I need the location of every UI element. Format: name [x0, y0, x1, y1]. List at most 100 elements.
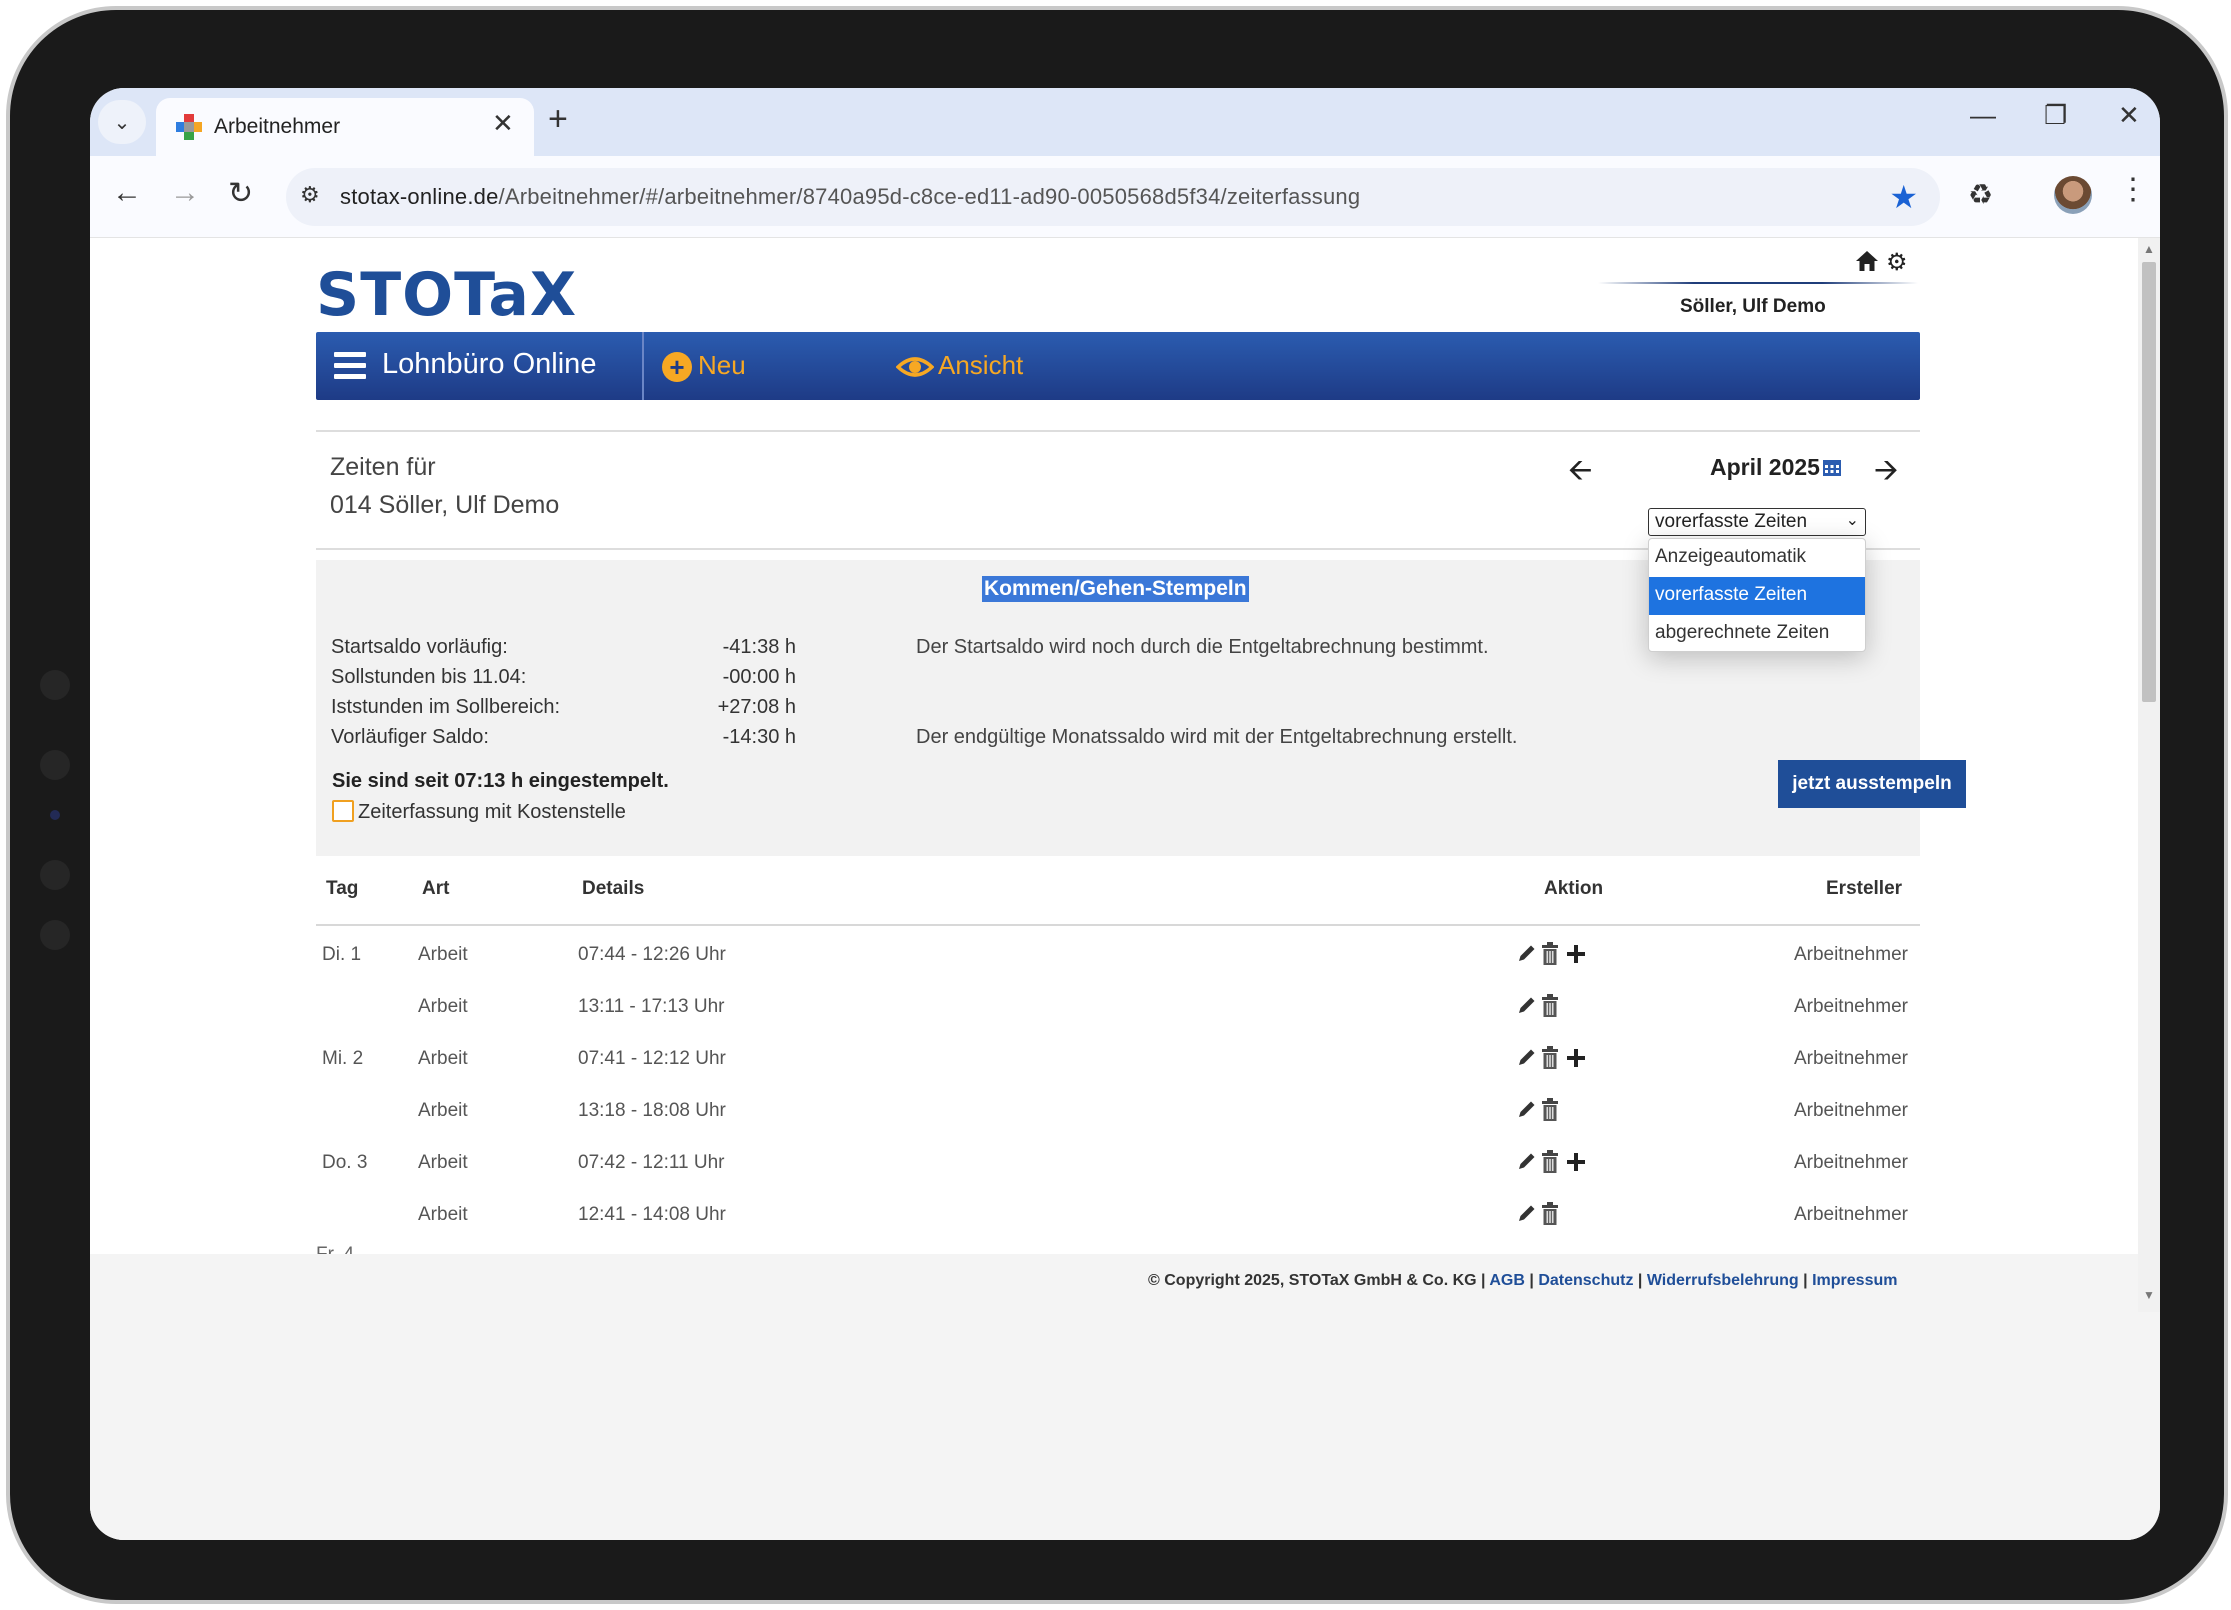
edit-pencil-icon[interactable] — [1516, 1046, 1538, 1068]
user-name[interactable]: Söller, Ulf Demo — [1680, 296, 1826, 318]
delete-trash-icon[interactable] — [1540, 994, 1560, 1018]
kostenstelle-label: Zeiterfassung mit Kostenstelle — [358, 801, 626, 823]
row-art: Arbeit — [418, 1152, 468, 1173]
row-art: Arbeit — [418, 944, 468, 965]
kostenstelle-checkbox[interactable] — [332, 800, 354, 822]
row-ersteller: Arbeitnehmer — [1793, 1048, 1908, 1069]
add-entry-plus-icon[interactable] — [1566, 1048, 1586, 1068]
view-mode-dropdown: Anzeigeautomatik vorerfasste Zeiten abge… — [1648, 538, 1866, 652]
edit-pencil-icon[interactable] — [1516, 1202, 1538, 1224]
delete-trash-icon[interactable] — [1540, 942, 1560, 966]
footer-links: © Copyright 2025, STOTaX GmbH & Co. KG |… — [1148, 1272, 1897, 1290]
nav-ansicht-button[interactable]: Ansicht — [896, 350, 1023, 381]
url-text[interactable]: stotax-online.de/Arbeitnehmer/#/arbeitne… — [340, 184, 1360, 210]
agb-link[interactable]: AGB — [1489, 1272, 1525, 1289]
option-abgerechnete-zeiten[interactable]: abgerechnete Zeiten — [1649, 615, 1865, 653]
stamped-status: Sie sind seit 07:13 h eingestempelt. — [332, 770, 669, 792]
table-row-cutoff: Fr. 4 — [316, 1244, 354, 1254]
scroll-up-icon[interactable]: ▲ — [2143, 242, 2155, 256]
employee-name: 014 Söller, Ulf Demo — [330, 491, 560, 519]
row-art: Arbeit — [418, 996, 468, 1017]
nav-neu-button[interactable]: + Neu — [662, 350, 746, 383]
chevron-down-icon: ⌄ — [1845, 512, 1859, 529]
col-header-ersteller[interactable]: Ersteller — [1826, 878, 1902, 900]
delete-trash-icon[interactable] — [1540, 1150, 1560, 1174]
bookmark-star-icon[interactable]: ★ — [1889, 178, 1918, 216]
startsaldo-note: Der Startsaldo wird noch durch die Entge… — [916, 636, 1489, 658]
kostenstelle-option[interactable]: Zeiterfassung mit Kostenstelle — [332, 800, 626, 824]
scroll-down-icon[interactable]: ▼ — [2143, 1288, 2155, 1302]
tab-search-dropdown-icon[interactable]: ⌄ — [98, 100, 146, 144]
back-icon[interactable]: ← — [112, 176, 142, 210]
sollstunden-label: Sollstunden bis 11.04: — [331, 666, 527, 688]
delete-trash-icon[interactable] — [1540, 1098, 1560, 1122]
previous-month-arrow-icon[interactable]: 🡨 — [1568, 448, 1592, 499]
home-icon[interactable] — [1854, 248, 1880, 274]
ausstempeln-button[interactable]: jetzt ausstempeln — [1778, 760, 1966, 808]
eye-icon — [896, 357, 934, 377]
calendar-icon[interactable] — [1822, 457, 1842, 477]
nav-divider — [642, 332, 644, 400]
edit-pencil-icon[interactable] — [1516, 942, 1538, 964]
profile-avatar[interactable] — [2054, 176, 2092, 214]
browser-menu-icon[interactable]: ⋮ — [2118, 172, 2148, 207]
forward-icon[interactable]: → — [170, 176, 200, 210]
stotax-favicon-icon — [176, 114, 202, 140]
close-window-icon[interactable]: ✕ — [2118, 100, 2140, 131]
table-row: Mi. 2 Arbeit 07:41 - 12:12 Uhr Arbeitnehmer — [316, 1036, 1920, 1088]
settings-gear-icon[interactable]: ⚙ — [1886, 248, 1908, 277]
iststunden-value: +27:08 h — [717, 696, 796, 718]
add-entry-plus-icon[interactable] — [1566, 1152, 1586, 1172]
edit-pencil-icon[interactable] — [1516, 1098, 1538, 1120]
browser-tab-arbeitnehmer[interactable]: Arbeitnehmer ✕ — [156, 98, 534, 156]
row-ersteller: Arbeitnehmer — [1793, 1204, 1908, 1225]
hamburger-menu-icon[interactable] — [334, 352, 366, 380]
row-actions — [1516, 1150, 1606, 1178]
view-mode-select[interactable]: vorerfasste Zeiten ⌄ — [1648, 508, 1866, 536]
col-header-art[interactable]: Art — [422, 878, 449, 900]
col-header-details[interactable]: Details — [582, 878, 644, 900]
scroll-thumb[interactable] — [2142, 262, 2156, 702]
row-art: Arbeit — [418, 1048, 468, 1069]
edit-pencil-icon[interactable] — [1516, 994, 1538, 1016]
row-details: 13:18 - 18:08 Uhr — [578, 1100, 726, 1121]
site-info-icon[interactable]: ⚙ — [300, 182, 320, 208]
brand-title[interactable]: Lohnbüro Online — [382, 348, 596, 381]
reload-icon[interactable]: ↻ — [228, 176, 253, 211]
month-picker[interactable]: April 2025 — [1710, 454, 1842, 481]
delete-trash-icon[interactable] — [1540, 1202, 1560, 1226]
browser-toolbar: ← → ↻ ⚙ stotax-online.de/Arbeitnehmer/#/… — [90, 156, 2160, 238]
extensions-icon[interactable]: ♻ — [1968, 178, 1993, 211]
page-viewport: STOTaX ⚙ Söller, Ulf Demo Lohnbüro Onlin… — [90, 238, 2160, 1540]
tablet-side-sensors — [40, 670, 70, 970]
edit-pencil-icon[interactable] — [1516, 1150, 1538, 1172]
startsaldo-value: -41:38 h — [722, 636, 796, 658]
table-header-divider — [316, 924, 1920, 926]
minimize-icon[interactable]: — — [1970, 100, 1996, 131]
next-month-arrow-icon[interactable]: 🡪 — [1874, 448, 1898, 499]
col-header-tag[interactable]: Tag — [326, 878, 358, 900]
startsaldo-label: Startsaldo vorläufig: — [331, 636, 508, 658]
page-content: STOTaX ⚙ Söller, Ulf Demo Lohnbüro Onlin… — [90, 238, 2138, 1254]
row-art: Arbeit — [418, 1204, 468, 1225]
new-tab-button[interactable]: + — [548, 102, 568, 136]
table-row: Arbeit 13:18 - 18:08 Uhr Arbeitnehmer — [316, 1088, 1920, 1140]
option-anzeigeautomatik[interactable]: Anzeigeautomatik — [1649, 539, 1865, 577]
browser-tab-bar: ⌄ Arbeitnehmer ✕ + — ❐ ✕ — [90, 88, 2160, 156]
tab-close-icon[interactable]: ✕ — [492, 108, 514, 139]
copyright-text: © Copyright 2025, STOTaX GmbH & Co. KG | — [1148, 1272, 1486, 1289]
row-tag: Mi. 2 — [322, 1048, 364, 1069]
stotax-logo[interactable]: STOTaX — [316, 260, 577, 330]
option-vorerfasste-zeiten[interactable]: vorerfasste Zeiten — [1649, 577, 1865, 615]
restore-icon[interactable]: ❐ — [2044, 100, 2067, 131]
page-scrollbar[interactable]: ▲ ▼ — [2138, 238, 2160, 1312]
row-art: Arbeit — [418, 1100, 468, 1121]
address-bar[interactable]: ⚙ stotax-online.de/Arbeitnehmer/#/arbeit… — [286, 168, 1940, 226]
page-footer: © Copyright 2025, STOTaX GmbH & Co. KG |… — [90, 1254, 2138, 1540]
add-entry-plus-icon[interactable] — [1566, 944, 1586, 964]
saldo-value: -14:30 h — [722, 726, 796, 748]
datenschutz-link[interactable]: Datenschutz — [1538, 1272, 1633, 1289]
delete-trash-icon[interactable] — [1540, 1046, 1560, 1070]
widerruf-link[interactable]: Widerrufsbelehrung — [1647, 1272, 1799, 1289]
impressum-link[interactable]: Impressum — [1812, 1272, 1897, 1289]
